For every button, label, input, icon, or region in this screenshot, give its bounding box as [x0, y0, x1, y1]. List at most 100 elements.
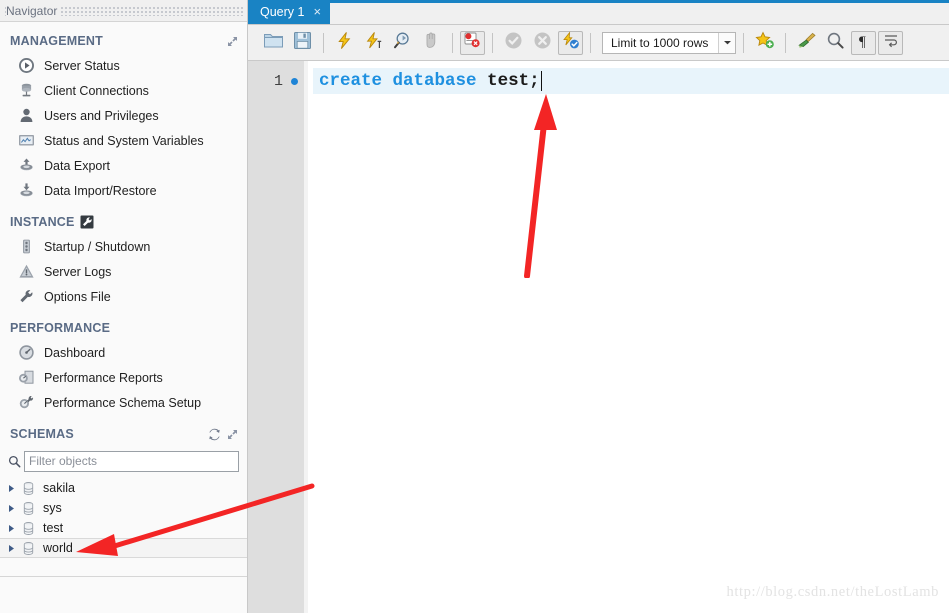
expand-icon[interactable] [226, 428, 239, 441]
navigator-titlebar: Navigator [0, 0, 247, 22]
section-label: SCHEMAS [10, 427, 74, 441]
nav-item-label: Server Status [44, 59, 120, 73]
warning-icon [16, 263, 36, 281]
chevron-right-icon[interactable] [4, 544, 18, 553]
chevron-right-icon[interactable] [4, 484, 18, 493]
folder-icon [263, 31, 284, 55]
sql-editor-body[interactable]: 1 create database test; http://blog.csdn… [248, 61, 949, 613]
nav-item-server-status[interactable]: Server Status [0, 53, 247, 78]
schema-row-world[interactable]: world [0, 538, 247, 558]
query-toolbar: Limit to 1000 rows [248, 25, 949, 61]
limit-rows-value: Limit to 1000 rows [603, 36, 718, 50]
filter-objects-input[interactable] [24, 451, 239, 472]
lightning-bolt-icon [335, 31, 354, 55]
explain-statement-button[interactable] [389, 30, 416, 56]
section-header-management[interactable]: MANAGEMENT [0, 29, 247, 53]
open-file-button[interactable] [260, 30, 287, 56]
nav-item-startup-shutdown[interactable]: Startup / Shutdown [0, 234, 247, 259]
schema-name: world [43, 541, 73, 555]
statement-marker-icon[interactable] [291, 78, 298, 85]
schema-name: sakila [43, 481, 75, 495]
magnifier-explain-icon [393, 31, 412, 55]
nav-item-users-and-privileges[interactable]: Users and Privileges [0, 103, 247, 128]
lightning-bolt-cursor-icon [364, 31, 383, 55]
wrench-icon [80, 215, 94, 229]
find-button[interactable] [822, 30, 849, 56]
nav-item-dashboard[interactable]: Dashboard [0, 340, 247, 365]
chevron-right-icon[interactable] [4, 524, 18, 533]
autocommit-icon [561, 31, 580, 55]
section-header-instance[interactable]: INSTANCE [0, 210, 247, 234]
gutter-stripe [304, 61, 313, 613]
execute-current-statement-button[interactable] [360, 30, 387, 56]
svg-text:¶: ¶ [859, 34, 866, 49]
section-label: PERFORMANCE [10, 321, 110, 335]
x-circle-icon [533, 31, 552, 55]
database-icon [18, 541, 38, 556]
schema-tree[interactable]: sakila sys [0, 478, 247, 558]
code-line-1[interactable]: create database test; [313, 68, 949, 94]
nav-item-label: Startup / Shutdown [44, 240, 150, 254]
sql-punctuation: ; [529, 71, 540, 91]
save-file-button[interactable] [289, 30, 316, 56]
schema-setup-icon [16, 394, 36, 412]
navigator-title: Navigator [6, 4, 60, 18]
section-header-performance[interactable]: PERFORMANCE [0, 316, 247, 340]
commit-button [500, 30, 527, 56]
nav-item-data-import-restore[interactable]: Data Import/Restore [0, 178, 247, 203]
schema-filter-row [0, 446, 247, 474]
check-circle-icon [504, 31, 523, 55]
startup-shutdown-icon [16, 238, 36, 256]
add-snippet-button[interactable] [751, 30, 778, 56]
execute-statement-button[interactable] [331, 30, 358, 56]
sql-space [477, 71, 488, 91]
chevron-right-icon[interactable] [4, 504, 18, 513]
nav-item-performance-schema-setup[interactable]: Performance Schema Setup [0, 390, 247, 415]
database-icon [18, 481, 38, 496]
nav-item-status-and-system-variables[interactable]: Status and System Variables [0, 128, 247, 153]
toggle-autocommit-button[interactable] [558, 31, 583, 55]
toggle-breakpoint-button[interactable] [460, 31, 485, 55]
nav-item-options-file[interactable]: Options File [0, 284, 247, 309]
database-icon [18, 501, 38, 516]
toolbar-separator [323, 33, 324, 53]
expand-icon[interactable] [226, 35, 239, 48]
tab-label: Query 1 [260, 5, 304, 19]
query-editor-area: Query 1 × [248, 0, 949, 613]
editor-gutter[interactable]: 1 [248, 61, 304, 613]
schema-row-sys[interactable]: sys [0, 498, 247, 518]
close-icon[interactable]: × [313, 5, 321, 18]
wrench-icon [16, 288, 36, 306]
tab-query-1[interactable]: Query 1 × [248, 0, 330, 24]
nav-item-data-export[interactable]: Data Export [0, 153, 247, 178]
pilcrow-icon: ¶ [856, 32, 872, 54]
code-pane[interactable]: create database test; [313, 61, 949, 613]
schema-name: sys [43, 501, 62, 515]
sql-keyword: create [319, 71, 382, 91]
schema-row-test[interactable]: test [0, 518, 247, 538]
nav-item-performance-reports[interactable]: Performance Reports [0, 365, 247, 390]
schema-row-sakila[interactable]: sakila [0, 478, 247, 498]
toolbar-separator [492, 33, 493, 53]
wrap-lines-icon [883, 32, 899, 54]
nav-item-label: Status and System Variables [44, 134, 204, 148]
data-import-icon [16, 182, 36, 200]
refresh-icon[interactable] [208, 428, 221, 441]
navigator-content[interactable]: MANAGEMENT Server Statu [0, 22, 247, 613]
limit-rows-select[interactable]: Limit to 1000 rows [602, 32, 736, 54]
toggle-invisible-chars-button[interactable]: ¶ [851, 31, 876, 55]
nav-item-client-connections[interactable]: Client Connections [0, 78, 247, 103]
chevron-down-icon[interactable] [718, 33, 735, 53]
search-icon [826, 31, 845, 55]
nav-item-label: Performance Schema Setup [44, 396, 201, 410]
beautify-sql-button[interactable] [793, 30, 820, 56]
nav-item-label: Options File [44, 290, 111, 304]
wrap-lines-button[interactable] [878, 31, 903, 55]
server-status-icon [16, 57, 36, 75]
navigator-panel: Navigator MANAGEMENT [0, 0, 248, 613]
section-header-schemas[interactable]: SCHEMAS [0, 422, 247, 446]
breakpoint-icon [463, 31, 482, 55]
monitor-icon [16, 132, 36, 150]
nav-item-server-logs[interactable]: Server Logs [0, 259, 247, 284]
gauge-icon [16, 344, 36, 362]
